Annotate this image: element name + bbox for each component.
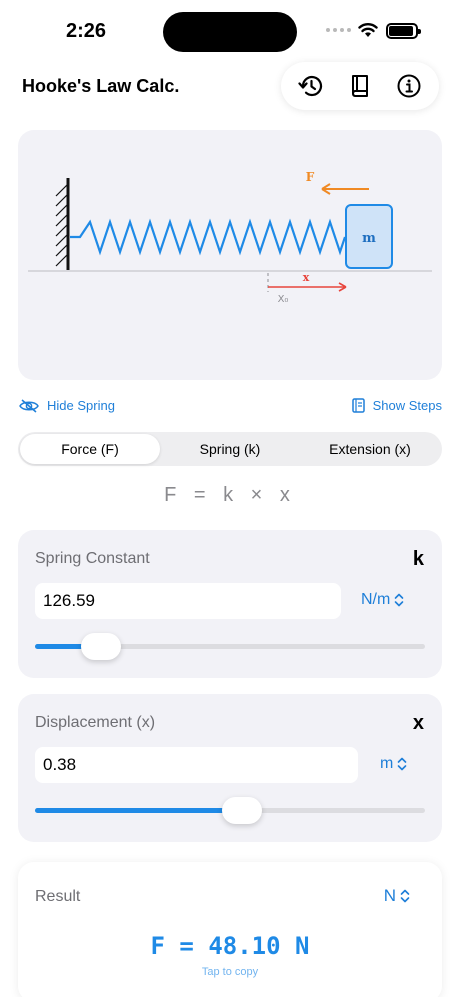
calculation-mode-segmented-control: Force (F) Spring (k) Extension (x) <box>18 432 442 466</box>
spring-constant-card: Spring Constant k 126.59 N/m <box>18 530 442 678</box>
spring-constant-slider[interactable] <box>35 633 425 660</box>
hide-spring-label: Hide Spring <box>47 398 115 413</box>
reference-book-button[interactable] <box>342 68 378 104</box>
notebook-icon <box>351 398 365 413</box>
displacement-slider-thumb[interactable] <box>222 797 262 824</box>
displacement-unit: m <box>380 755 394 772</box>
spring-constant-symbol: k <box>412 548 424 570</box>
spring-coil <box>70 218 347 256</box>
result-unit-picker[interactable]: N <box>384 886 410 906</box>
toolbar <box>281 62 439 110</box>
extension-label: x <box>303 271 310 284</box>
displacement-slider[interactable] <box>35 797 425 824</box>
wifi-icon <box>358 23 378 37</box>
displacement-symbol: x <box>412 712 424 734</box>
book-icon <box>351 75 368 97</box>
show-steps-label: Show Steps <box>372 398 442 413</box>
result-card[interactable]: Result N F = 48.10 N Tap to copy <box>18 862 442 997</box>
hide-spring-button[interactable]: Hide Spring <box>19 398 115 413</box>
dynamic-island <box>163 12 297 52</box>
displacement-input[interactable]: 0.38 <box>35 747 358 783</box>
force-label: F <box>306 170 315 184</box>
wall-hatching <box>55 184 68 267</box>
tab-force[interactable]: Force (F) <box>20 434 160 464</box>
spring-diagram: m F X₀ x <box>18 130 442 380</box>
status-bar: 2:26 <box>0 0 460 62</box>
spring-constant-label: Spring Constant <box>35 550 150 567</box>
history-icon <box>298 75 323 97</box>
cellular-signal-icon <box>326 28 351 32</box>
spring-constant-slider-thumb[interactable] <box>81 633 121 660</box>
mass-label: m <box>362 231 376 246</box>
app-title: Hooke's Law Calc. <box>22 76 180 96</box>
chevron-up-down-icon <box>395 593 404 607</box>
displacement-slider-fill <box>35 808 242 813</box>
tab-extension[interactable]: Extension (x) <box>300 434 440 464</box>
show-steps-button[interactable]: Show Steps <box>351 398 442 413</box>
history-button[interactable] <box>293 68 329 104</box>
displacement-unit-picker[interactable]: m <box>380 755 407 773</box>
chevron-up-down-icon <box>398 757 407 771</box>
tab-spring[interactable]: Spring (k) <box>160 434 300 464</box>
result-label: Result <box>35 888 81 905</box>
spring-constant-input[interactable]: 126.59 <box>35 583 341 619</box>
tap-to-copy-hint: Tap to copy <box>201 966 259 978</box>
status-time: 2:26 <box>66 20 107 42</box>
origin-label: X₀ <box>278 294 289 305</box>
displacement-label: Displacement (x) <box>35 714 156 731</box>
eye-slash-icon <box>19 398 39 413</box>
formula: F = k × x <box>164 484 296 506</box>
displacement-card: Displacement (x) x 0.38 m <box>18 694 442 842</box>
chevron-up-down-icon <box>400 889 410 903</box>
spring-constant-unit: N/m <box>361 591 391 608</box>
info-icon <box>397 74 421 98</box>
result-unit: N <box>383 886 396 905</box>
battery-icon <box>386 23 421 39</box>
spring-constant-unit-picker[interactable]: N/m <box>361 591 404 609</box>
result-value[interactable]: F = 48.10 N <box>18 932 442 960</box>
info-button[interactable] <box>391 68 427 104</box>
